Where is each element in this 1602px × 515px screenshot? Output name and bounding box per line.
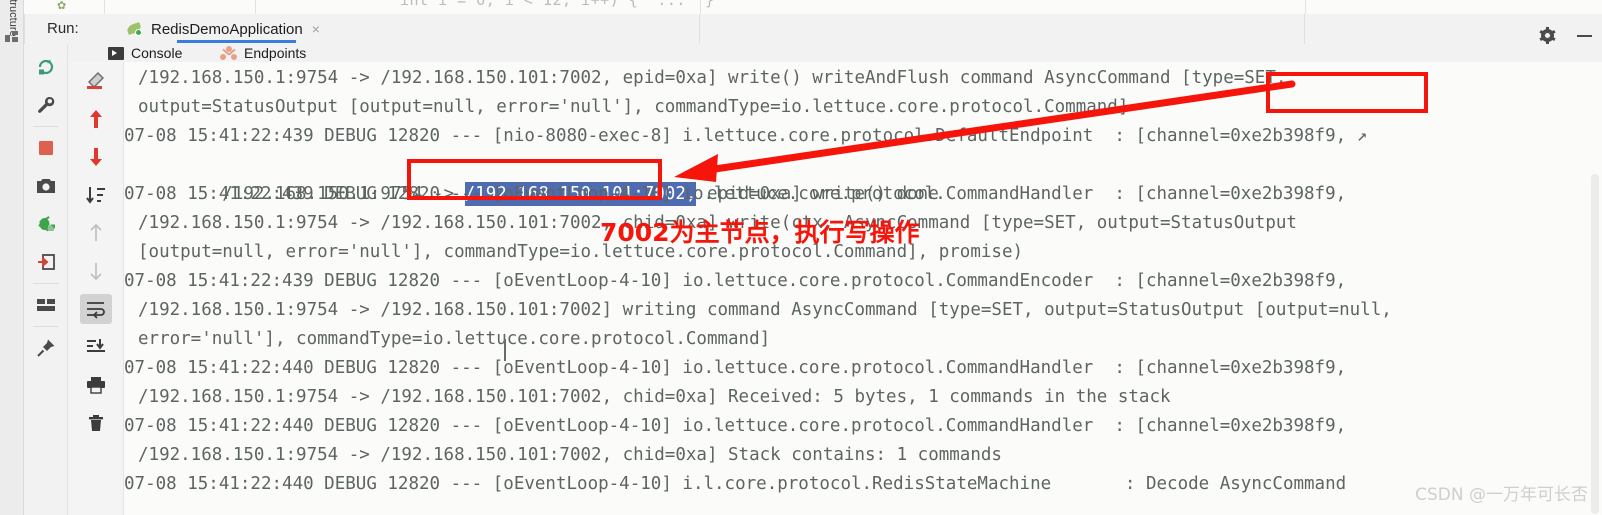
toolbar-divider: [32, 326, 59, 327]
tab-endpoints[interactable]: Endpoints: [220, 44, 306, 62]
log-line: 07-08 15:41:22:439 DEBUG 12820 --- [oEve…: [124, 267, 1346, 296]
run-toolbar: [24, 44, 68, 515]
close-icon[interactable]: ×: [312, 21, 320, 37]
run-tool-window: Run: RedisDemoApplication × Console Endp…: [24, 14, 1602, 515]
log-line: /192.168.150.1:9754 -> /192.168.150.101:…: [124, 64, 1286, 93]
log-line: 07-08 15:41:22:440 DEBUG 12820 --- [oEve…: [124, 412, 1346, 441]
structure-icon: [5, 31, 18, 42]
log-line-text: /192.168.150.1:9754 -> /192.168.150.101:…: [138, 387, 1171, 407]
spring-leaf-gutter-icon: ✿: [57, 0, 67, 12]
delete-button[interactable]: [68, 404, 124, 442]
run-tab-label: RedisDemoApplication: [151, 20, 303, 38]
log-line: /192.168.150.1:9754 -> /192.168.150.101:…: [124, 441, 1002, 470]
scrollbar-thumb[interactable]: [1591, 174, 1599, 514]
log-line: output=StatusOutput [output=null, error=…: [124, 93, 1128, 122]
previous-occurrence-button[interactable]: [68, 100, 124, 138]
editor-sliver: ✿ int i = 0; i < 12; i++) { ... }: [0, 0, 1602, 14]
run-label: Run:: [47, 20, 79, 37]
toolbar-divider: [32, 126, 59, 127]
rerun-button[interactable]: [24, 48, 68, 86]
text-caret: [504, 339, 506, 361]
endpoints-icon: [220, 46, 237, 60]
log-line-text: 07-08 15:41:22:439 DEBUG 12820 --- [oEve…: [124, 271, 1347, 291]
soft-wrap-button[interactable]: [68, 290, 124, 328]
minimize-icon[interactable]: [1577, 34, 1592, 37]
clear-all-button[interactable]: [68, 62, 124, 100]
sort-descending-button[interactable]: [68, 176, 124, 214]
log-line-text: output=StatusOutput [output=null, error=…: [138, 97, 1129, 117]
console-icon: [108, 46, 124, 60]
tab-console[interactable]: Console: [108, 44, 183, 65]
console-toolbar: [68, 62, 124, 515]
pin-tab-button[interactable]: [24, 329, 68, 367]
log-line-text: 07-08 15:41:22:439 DEBUG 12820 --- [nio-…: [124, 126, 1368, 146]
log-line-text: /192.168.150.1:9754 -> /192.168.150.101:…: [138, 445, 1002, 465]
run-tab-redisdemoapplication[interactable]: RedisDemoApplication ×: [119, 14, 330, 44]
console-output[interactable]: /192.168.150.1:9754 -> /192.168.150.101:…: [124, 62, 1602, 515]
camera-button[interactable]: [24, 167, 68, 205]
csdn-watermark: CSDN @一万年可长否: [1415, 485, 1588, 505]
scroll-down-button[interactable]: [68, 252, 124, 290]
edit-configuration-button[interactable]: [24, 86, 68, 124]
structure-tool-strip[interactable]: Structure: [0, 0, 24, 515]
log-line-text: /192.168.150.1:9754 -> /192.168.150.101:…: [138, 68, 1287, 88]
log-line-selected: /192.168.150.1:9754 -> /192.168.150.101:…: [124, 151, 939, 206]
scroll-to-end-button[interactable]: [68, 328, 124, 366]
log-line: error='null'], commandType=io.lettuce.co…: [124, 325, 770, 354]
log-line-text: error='null'], commandType=io.lettuce.co…: [138, 329, 771, 349]
log-line-text: 07-08 15:41:22:440 DEBUG 12820 --- [oEve…: [124, 416, 1347, 436]
intellij-idea-window: ✿ int i = 0; i < 12; i++) { ... } Struct…: [0, 0, 1602, 515]
log-line-text: 07-08 15:41:22:440 DEBUG 12820 --- [oEve…: [124, 358, 1347, 378]
log-line: 07-08 15:41:22:439 DEBUG 12820 --- [oEve…: [124, 180, 1346, 209]
log-line-text: 07-08 15:41:22:440 DEBUG 12820 --- [oEve…: [124, 474, 1347, 494]
spring-boot-icon: [125, 21, 144, 37]
vertical-scrollbar[interactable]: [1589, 62, 1601, 515]
gear-icon[interactable]: [1539, 27, 1556, 44]
active-tab-underline: [177, 40, 296, 43]
log-line-text: /192.168.150.1:9754 -> /192.168.150.101:…: [138, 300, 1392, 320]
scroll-up-button[interactable]: [68, 214, 124, 252]
log-line-text: 07-08 15:41:22:439 DEBUG 12820 --- [oEve…: [124, 184, 1347, 204]
toolbar-divider: [32, 283, 59, 284]
log-line: /192.168.150.1:9754 -> /192.168.150.101:…: [124, 383, 1171, 412]
tab-console-label: Console: [131, 45, 183, 61]
stop-button[interactable]: [24, 129, 68, 167]
layout-button[interactable]: [24, 286, 68, 324]
console-tab-bar: Console Endpoints: [68, 44, 1602, 65]
log-line: 07-08 15:41:22:440 DEBUG 12820 --- [oEve…: [124, 470, 1346, 499]
window-controls: [1539, 27, 1592, 44]
run-header: Run: RedisDemoApplication ×: [24, 14, 1602, 44]
annotation-note-chinese: 7002为主节点，执行写操作: [600, 218, 920, 247]
log-line: /192.168.150.1:9754 -> /192.168.150.101:…: [124, 296, 1392, 325]
log-line: 07-08 15:41:22:440 DEBUG 12820 --- [oEve…: [124, 354, 1346, 383]
editor-ghost-text: int i = 0; i < 12; i++) { ... }: [400, 0, 715, 9]
print-button[interactable]: [68, 366, 124, 404]
tab-endpoints-label: Endpoints: [244, 45, 307, 61]
log-line: 07-08 15:41:22:439 DEBUG 12820 --- [nio-…: [124, 122, 1367, 151]
dump-threads-button[interactable]: [24, 243, 68, 281]
next-occurrence-button[interactable]: [68, 138, 124, 176]
debug-attach-button[interactable]: [24, 205, 68, 243]
